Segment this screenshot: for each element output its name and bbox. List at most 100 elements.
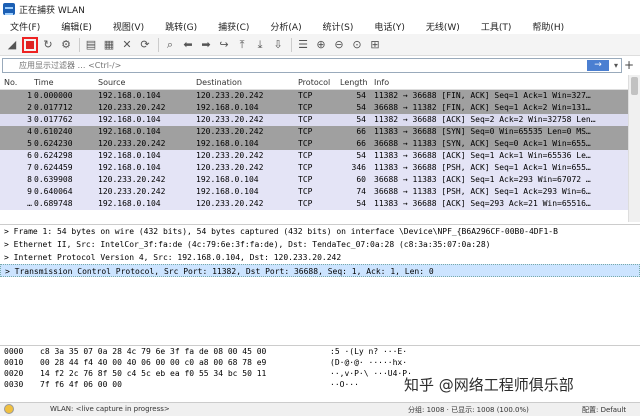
packet-cell-proto: TCP [298,163,313,172]
menu-item[interactable]: 统计(S) [313,20,365,33]
capture-options-icon[interactable]: ⚙ [58,37,74,53]
packet-cell-info: 36688 → 11383 [PSH, ACK] Seq=1 Ack=293 W… [374,187,591,196]
packet-cell-no: 3 [27,115,32,124]
auto-scroll-icon[interactable]: ⇩ [270,37,286,53]
packet-row[interactable]: 6 0.624298 192.168.0.104 120.233.20.242 TCP 5… [0,150,628,162]
packet-cell-proto: TCP [298,139,313,148]
open-file-icon[interactable]: ▤ [83,37,99,53]
detail-tree-item[interactable]: > Internet Protocol Version 4, Src: 192.… [0,251,640,264]
resize-columns-icon[interactable]: ⊞ [367,37,383,53]
status-text: WLAN: <live capture in progress> [50,405,170,413]
packet-cell-src: 192.168.0.104 [98,91,161,100]
packet-cell-src: 192.168.0.104 [98,115,161,124]
status-bar: WLAN: <live capture in progress> 分组: 100… [0,402,640,416]
close-file-icon[interactable]: ✕ [119,37,135,53]
col-header-destination[interactable]: Destination [196,78,242,87]
col-header-time[interactable]: Time [34,78,54,87]
bytes-hex[interactable]: 00 28 44 f4 40 00 40 06 00 00 c0 a8 00 6… [40,357,266,368]
col-header-length[interactable]: Length [340,78,368,87]
filter-history-dropdown[interactable]: ▾ [611,61,621,70]
menu-item[interactable]: 电话(Y) [364,20,416,33]
packet-cell-time: 0.000000 [34,91,73,100]
zoom-in-icon[interactable]: ⊕ [313,37,329,53]
expert-info-icon[interactable] [4,404,14,414]
profile-label[interactable]: 配置: Default [582,405,626,415]
packet-cell-info: 11383 → 36688 [ACK] Seq=1 Ack=1 Win=6553… [374,151,591,160]
packet-cell-no: 7 [27,163,32,172]
display-filter-box: → ▾ [2,57,622,73]
packet-cell-len: 60 [356,175,366,184]
menu-item[interactable]: 无线(W) [416,20,471,33]
col-header-info[interactable]: Info [374,78,389,87]
go-forward-icon[interactable]: ➡ [198,37,214,53]
bytes-ascii[interactable]: :5 ·(Ly n? ···E· [330,346,407,357]
stop-square-icon [26,40,34,49]
go-first-icon[interactable]: ⤒ [234,37,250,53]
bytes-off[interactable]: 0030 [4,379,23,390]
zoom-normal-icon[interactable]: ⊙ [349,37,365,53]
packet-row[interactable]: 2 0.017712 120.233.20.242 192.168.0.104 TCP 5… [0,102,628,114]
packet-details-pane: > Frame 1: 54 bytes on wire (432 bits), … [0,224,640,344]
bytes-off[interactable]: 0010 [4,357,23,368]
bytes-ascii[interactable]: ··O··· [330,379,359,390]
go-to-packet-icon[interactable]: ↪ [216,37,232,53]
packet-row[interactable]: 4 0.610240 192.168.0.104 120.233.20.242 TCP 6… [0,126,628,138]
menu-item[interactable]: 文件(F) [0,20,51,33]
packet-row[interactable]: … 0.689748 192.168.0.104 120.233.20.242 TCP 5… [0,198,628,210]
save-file-icon[interactable]: ▦ [101,37,117,53]
add-filter-button[interactable]: + [622,58,636,72]
detail-tree-item[interactable]: > Transmission Control Protocol, Src Por… [0,264,640,277]
display-filter-input[interactable] [3,58,587,72]
detail-tree-item[interactable]: > Frame 1: 54 bytes on wire (432 bits), … [0,225,640,238]
packet-cell-len: 66 [356,127,366,136]
packet-row[interactable]: 9 0.640064 120.233.20.242 192.168.0.104 TCP 7… [0,186,628,198]
packet-cell-len: 54 [356,103,366,112]
bytes-off[interactable]: 0000 [4,346,23,357]
packet-cell-no: … [27,199,32,208]
menu-bar: 文件(F) 编辑(E) 视图(V) 跳转(G) 捕获(C) 分析(A) 统计(S) 电话(Y)… [0,18,640,34]
packet-row[interactable]: 8 0.639908 120.233.20.242 192.168.0.104 TCP 6… [0,174,628,186]
window-title: 正在捕获 WLAN [19,5,85,16]
detail-tree-item[interactable]: > Ethernet II, Src: IntelCor_3f:fa:de (4… [0,238,640,251]
col-header-protocol[interactable]: Protocol [298,78,330,87]
packet-list-scrollbar[interactable] [628,75,640,222]
col-header-no[interactable]: No. [4,78,17,87]
packet-cell-time: 0.624459 [34,163,73,172]
menu-item[interactable]: 捕获(C) [208,20,260,33]
shark-fin-start-icon[interactable]: ◢ [4,37,20,53]
packet-list: 1 0.000000 192.168.0.104 120.233.20.242 TCP 5… [0,90,628,222]
restart-capture-icon[interactable]: ↻ [40,37,56,53]
menu-item[interactable]: 视图(V) [103,20,155,33]
packet-cell-dst: 120.233.20.242 [196,91,264,100]
bytes-ascii[interactable]: ··,v·P·\ ···U4·P· [330,368,412,379]
packet-row[interactable]: 3 0.017762 192.168.0.104 120.233.20.242 TCP 5… [0,114,628,126]
packet-row[interactable]: 1 0.000000 192.168.0.104 120.233.20.242 TCP 5… [0,90,628,102]
packet-cell-len: 74 [356,187,366,196]
bytes-off[interactable]: 0020 [4,368,23,379]
zoom-out-icon[interactable]: ⊖ [331,37,347,53]
packet-cell-dst: 192.168.0.104 [196,139,259,148]
find-packet-icon[interactable]: ⌕ [162,37,178,53]
menu-item[interactable]: 跳转(G) [155,20,208,33]
packet-list-scroll-thumb[interactable] [631,77,638,95]
packet-cell-src: 192.168.0.104 [98,151,161,160]
apply-filter-button[interactable]: → [587,59,609,71]
packet-cell-proto: TCP [298,91,313,100]
menu-item[interactable]: 分析(A) [260,20,312,33]
bytes-hex[interactable]: 7f f6 4f 06 00 00 [40,379,122,390]
bytes-hex[interactable]: 14 f2 2c 76 8f 50 c4 5c eb ea f0 55 34 b… [40,368,266,379]
toolbar-separator [291,37,292,52]
menu-item[interactable]: 工具(T) [471,20,523,33]
bytes-ascii[interactable]: (D·@·@· ·····hx· [330,357,407,368]
stop-capture-icon[interactable] [22,36,38,53]
menu-item[interactable]: 帮助(H) [522,20,575,33]
colorize-icon[interactable]: ☰ [295,37,311,53]
bytes-hex[interactable]: c8 3a 35 07 0a 28 4c 79 6e 3f fa de 08 0… [40,346,266,357]
go-back-icon[interactable]: ⬅ [180,37,196,53]
col-header-source[interactable]: Source [98,78,125,87]
menu-item[interactable]: 编辑(E) [51,20,103,33]
packet-row[interactable]: 7 0.624459 192.168.0.104 120.233.20.242 TCP 3… [0,162,628,174]
reload-icon[interactable]: ⟳ [137,37,153,53]
packet-row[interactable]: 5 0.624230 120.233.20.242 192.168.0.104 TCP 6… [0,138,628,150]
go-last-icon[interactable]: ⤓ [252,37,268,53]
